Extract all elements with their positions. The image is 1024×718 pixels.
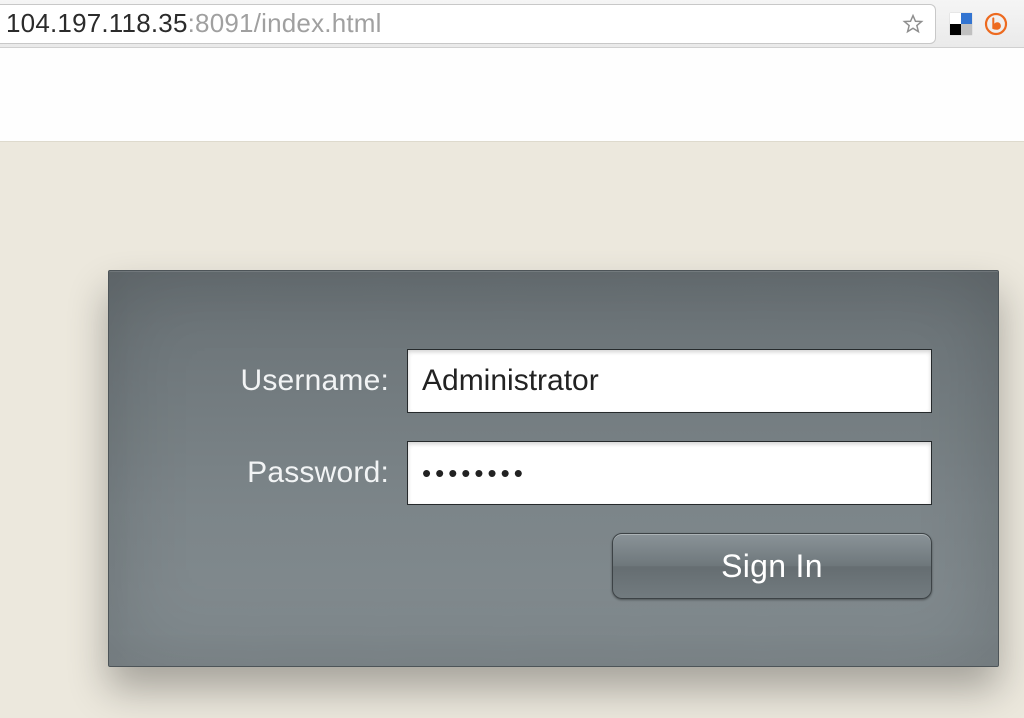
bookmark-star-icon[interactable]	[901, 12, 925, 36]
delicious-icon[interactable]	[950, 13, 972, 35]
login-panel: Username: Password: Sign In	[108, 270, 999, 667]
button-row: Sign In	[155, 533, 932, 599]
password-label: Password:	[155, 456, 407, 490]
username-label: Username:	[155, 364, 407, 398]
password-row: Password:	[155, 441, 932, 505]
url-port: :8091	[188, 8, 254, 39]
url-host: 104.197.118.35	[6, 8, 188, 39]
bitly-icon[interactable]	[984, 12, 1008, 36]
username-row: Username:	[155, 349, 932, 413]
password-input[interactable]	[407, 441, 932, 505]
username-input[interactable]	[407, 349, 932, 413]
page-body: Username: Password: Sign In	[0, 142, 1024, 718]
extension-icons	[950, 12, 1008, 36]
signin-button[interactable]: Sign In	[612, 533, 932, 599]
url-path: /index.html	[254, 8, 382, 39]
address-bar[interactable]: 104.197.118.35:8091/index.html	[0, 4, 936, 44]
browser-chrome: 104.197.118.35:8091/index.html	[0, 0, 1024, 48]
page-header-band	[0, 48, 1024, 142]
